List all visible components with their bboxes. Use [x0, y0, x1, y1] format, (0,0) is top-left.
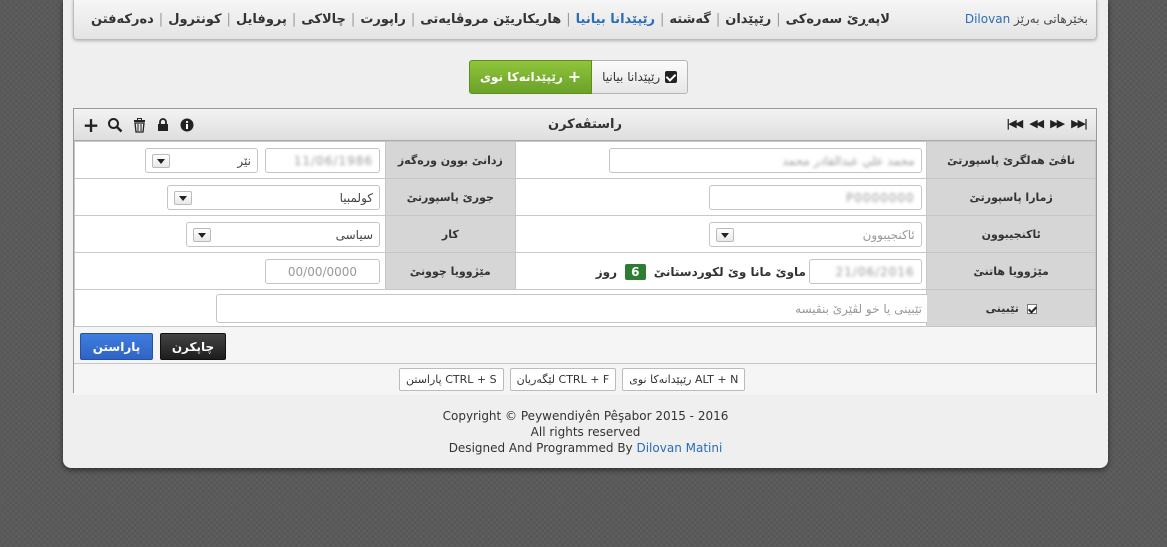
foreign-permits-button[interactable]: رێپێدانا بیانیا — [592, 60, 689, 94]
nav-item-reports[interactable]: راپورت — [355, 12, 411, 27]
notes-label: تێبینی — [926, 289, 1096, 327]
shortcut-new: رێپێدانەکا نوی ALT + N — [622, 368, 746, 391]
chevron-down-icon — [174, 191, 192, 205]
departure-date-label: مێژوویا چوونێ — [384, 252, 516, 290]
credits-text: Designed And Programmed By Dilovan Matin… — [448, 441, 723, 455]
print-button[interactable]: چاپکرن — [160, 333, 226, 360]
author-link[interactable]: Dilovan Matini — [636, 441, 722, 455]
passport-number-field[interactable]: P0000000 — [708, 185, 922, 210]
new-permit-button[interactable]: رێپێدانەکا نوی + — [469, 60, 593, 94]
save-button[interactable]: پاراستن — [80, 333, 153, 360]
notes-checkbox[interactable] — [1026, 303, 1037, 314]
top-button-group: رێپێدانەکا نوی + رێپێدانا بیانیا — [469, 60, 689, 94]
form-header: + راستڤەکرن |◀◀ ◀◀ ▶▶ ▶▶| — [74, 109, 1096, 141]
edit-form: + راستڤەکرن |◀◀ ◀◀ ▶▶ ▶▶| نێر 11/06/1986… — [73, 108, 1097, 395]
nav-item-profile[interactable]: پروفایل — [231, 12, 292, 27]
passport-type-select[interactable]: کولمبیا — [167, 185, 380, 210]
form-grid: نێر 11/06/1986 زدانێ بوون ورەگەز محمد عل… — [73, 141, 1096, 327]
form-row: سیاسی کار ئاکنجیبوون ئاکنجیبوون — [74, 215, 1096, 253]
form-row: تێبینی یا خو لڤێرێ بنڤیسە تێبینی — [73, 289, 1096, 327]
shortcut-row: پاراستن CTRL + S لێگەریان CTRL + F رێپێد… — [74, 364, 1096, 395]
rights-text: All rights reserved — [530, 425, 641, 439]
prev-record-icon[interactable]: ◀◀ — [1027, 117, 1044, 130]
arrival-date-label: مێژوویا هاتنێ — [926, 252, 1096, 290]
nav-item-foreign-permits[interactable]: رێپێدانا بیانیا — [571, 12, 660, 27]
nav-item-activity[interactable]: چالاکی — [296, 12, 351, 27]
residence-select[interactable]: ئاکنجیبوون — [708, 222, 922, 247]
copyright-text: Copyright © Peywendiyên Pêşabor 2015 - 2… — [442, 409, 729, 423]
form-row: کولمبیا جورێ پاسپورتێ P0000000 ژمارا پاس… — [74, 178, 1096, 216]
nav-item-logout[interactable]: دەرکەفتن — [86, 12, 159, 27]
action-row: پاراستن چاپکرن — [74, 327, 1096, 364]
chevron-down-icon — [193, 228, 211, 242]
birth-date-field[interactable]: 11/06/1986 — [265, 148, 380, 173]
top-navbar: لاپەڕێ سەرەکی | رێپێدان | گەشتە | رێپێدانا … — [73, 0, 1097, 40]
notes-field[interactable]: تێبینی یا خو لڤێرێ بنڤیسە — [216, 294, 929, 323]
gender-select[interactable]: نێر — [145, 148, 258, 173]
form-title: راستڤەکرن — [547, 117, 622, 132]
welcome-text: Dilovan بخێرهاتی بەرێز — [964, 12, 1088, 26]
chevron-down-icon — [152, 154, 170, 168]
departure-date-field[interactable]: 00/00/0000 — [265, 259, 380, 284]
plus-icon: + — [567, 67, 582, 86]
shortcut-list: پاراستن CTRL + S لێگەریان CTRL + F رێپێد… — [399, 368, 746, 391]
chevron-down-icon — [715, 228, 734, 242]
stay-duration-text: ماوێ مانا وێ لکوردستانێ 6 روز — [595, 264, 806, 280]
nav-item-control[interactable]: کونترول — [163, 12, 226, 27]
checkbox-icon — [665, 71, 678, 83]
page-footer: Copyright © Peywendiyên Pêşabor 2015 - 2… — [63, 408, 1108, 456]
nav-item-home[interactable]: لاپەڕێ سەرەکی — [781, 12, 895, 27]
birth-gender-label: زدانێ بوون ورەگەز — [384, 141, 516, 179]
stay-days-badge: 6 — [625, 264, 646, 280]
residence-label: ئاکنجیبوون — [926, 215, 1096, 253]
work-label: کار — [384, 215, 516, 253]
form-row: نێر 11/06/1986 زدانێ بوون ورەگەز محمد عل… — [74, 141, 1096, 179]
full-name-field[interactable]: محمد علي عبدالقادر محمد — [608, 148, 922, 173]
nav-item-trips[interactable]: گەشتە — [664, 12, 715, 27]
shortcut-save: پاراستن CTRL + S — [399, 368, 504, 391]
form-row: 00/00/0000 مێژوویا چوونێ ماوێ مانا وێ لک… — [74, 252, 1096, 290]
passport-number-label: ژمارا پاسپورتێ — [926, 178, 1096, 216]
main-panel: لاپەڕێ سەرەکی | رێپێدان | گەشتە | رێپێدانا … — [63, 0, 1108, 468]
work-select[interactable]: سیاسی — [186, 222, 380, 247]
nav-item-humanitarian[interactable]: هاریکاریێن مروڤایەتی — [415, 12, 566, 27]
full-name-label: ناڤێ هەلگرێ پاسپورتێ — [926, 141, 1096, 179]
username-link[interactable]: Dilovan — [965, 12, 1010, 26]
nav-menu: لاپەڕێ سەرەکی | رێپێدان | گەشتە | رێپێدانا … — [86, 12, 895, 27]
record-pager: |◀◀ ◀◀ ▶▶ ▶▶| — [1004, 117, 1088, 130]
next-record-icon[interactable]: ▶▶ — [1048, 117, 1065, 130]
shortcut-search: لێگەریان CTRL + F — [509, 368, 617, 391]
first-record-icon[interactable]: |◀◀ — [1004, 117, 1023, 130]
arrival-date-field[interactable]: 21/06/2016 — [808, 259, 922, 284]
passport-type-label: جورێ پاسپورتێ — [384, 178, 516, 216]
last-record-icon[interactable]: ▶▶| — [1069, 117, 1088, 130]
nav-item-permits[interactable]: رێپێدان — [720, 12, 776, 27]
